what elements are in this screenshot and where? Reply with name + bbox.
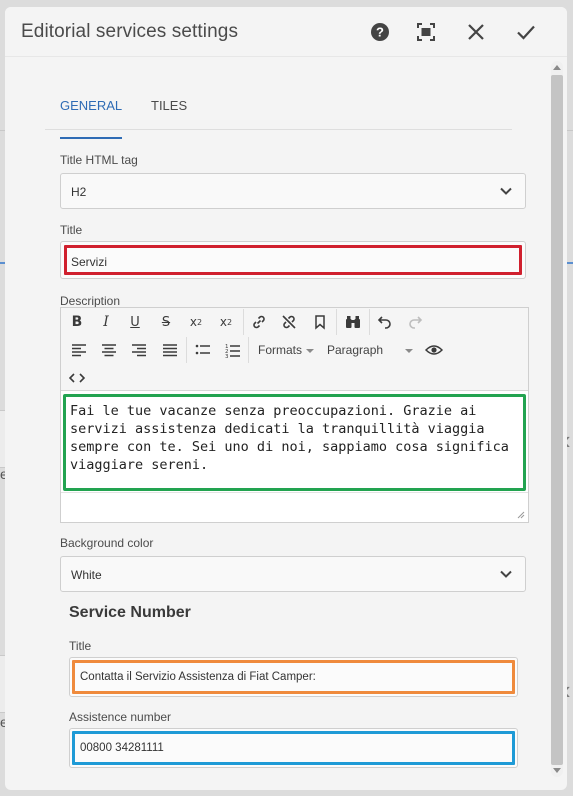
bulleted-list-icon[interactable] bbox=[192, 339, 214, 361]
settings-dialog: Editorial services settings ? GENERAL TI… bbox=[5, 7, 567, 790]
redo-icon[interactable] bbox=[404, 311, 426, 333]
align-center-icon[interactable] bbox=[98, 339, 120, 361]
background-color-select[interactable]: White bbox=[60, 556, 526, 592]
editor-toolbar: B I U S x2 x2 1 2 3 Formats Paragraph bbox=[61, 308, 528, 391]
align-left-icon[interactable] bbox=[68, 339, 90, 361]
formats-label: Formats bbox=[258, 343, 303, 357]
toolbar-separator bbox=[243, 309, 244, 335]
superscript-icon[interactable]: x2 bbox=[215, 311, 237, 333]
dialog-content: GENERAL TILES Title HTML tag H2 Title Se… bbox=[5, 58, 549, 790]
title-tag-value: H2 bbox=[71, 185, 87, 199]
service-title-label: Title bbox=[69, 639, 92, 653]
caret-down-icon bbox=[405, 348, 414, 353]
description-editor: B I U S x2 x2 1 2 3 Formats Paragraph Fa… bbox=[60, 307, 529, 523]
preview-eye-icon[interactable] bbox=[423, 339, 445, 361]
svg-text:3: 3 bbox=[225, 354, 229, 358]
tab-general[interactable]: GENERAL bbox=[60, 98, 123, 139]
italic-icon[interactable]: I bbox=[95, 311, 117, 333]
description-text: Fai le tue vacanze senza preoccupazioni.… bbox=[70, 403, 509, 473]
align-justify-icon[interactable] bbox=[159, 339, 181, 361]
title-input[interactable]: Servizi bbox=[60, 241, 526, 279]
tab-bar: GENERAL TILES bbox=[45, 90, 512, 139]
strikethrough-icon[interactable]: S bbox=[155, 311, 177, 333]
resize-grip-icon[interactable] bbox=[515, 509, 525, 519]
description-editor-body[interactable]: Fai le tue vacanze senza preoccupazioni.… bbox=[63, 394, 526, 491]
title-input-value: Servizi bbox=[71, 255, 108, 269]
find-replace-icon[interactable] bbox=[342, 311, 364, 333]
formats-dropdown[interactable]: Formats bbox=[258, 343, 315, 357]
title-label: Title bbox=[60, 223, 83, 237]
fullscreen-icon bbox=[417, 23, 435, 41]
service-title-input[interactable]: Contatta il Servizio Assistenza di Fiat … bbox=[69, 657, 518, 697]
svg-text:?: ? bbox=[376, 25, 384, 40]
scroll-down-icon[interactable] bbox=[553, 768, 561, 773]
paragraph-dropdown[interactable]: Paragraph bbox=[327, 343, 414, 357]
numbered-list-icon[interactable]: 123 bbox=[222, 339, 244, 361]
service-number-heading: Service Number bbox=[69, 604, 191, 621]
link-icon[interactable] bbox=[248, 311, 270, 333]
help-icon: ? bbox=[371, 23, 389, 41]
paragraph-label: Paragraph bbox=[327, 343, 384, 357]
description-label: Description bbox=[60, 294, 121, 308]
underline-icon[interactable]: U bbox=[124, 311, 146, 333]
caret-down-icon bbox=[306, 348, 315, 353]
toolbar-separator bbox=[369, 309, 370, 335]
anchor-icon[interactable] bbox=[309, 311, 331, 333]
background-color-label: Background color bbox=[60, 536, 154, 550]
subscript-icon[interactable]: x2 bbox=[185, 311, 207, 333]
dialog-title: Editorial services settings bbox=[21, 21, 239, 42]
align-right-icon[interactable] bbox=[128, 339, 150, 361]
assistance-number-label: Assistence number bbox=[69, 710, 172, 724]
assistance-number-value: 00800 34281111 bbox=[80, 742, 164, 754]
toolbar-separator bbox=[336, 309, 337, 335]
confirm-button[interactable] bbox=[513, 19, 539, 45]
check-icon bbox=[517, 25, 535, 40]
scroll-up-icon[interactable] bbox=[553, 65, 561, 70]
chevron-down-icon bbox=[500, 187, 512, 195]
bold-icon[interactable]: B bbox=[66, 311, 88, 333]
help-button[interactable]: ? bbox=[367, 19, 393, 45]
undo-icon[interactable] bbox=[374, 311, 396, 333]
source-code-icon[interactable] bbox=[66, 367, 88, 389]
close-icon bbox=[468, 24, 484, 40]
background-color-value: White bbox=[71, 568, 102, 582]
title-tag-select[interactable]: H2 bbox=[60, 173, 526, 209]
title-input-highlight bbox=[64, 245, 522, 275]
tab-tiles[interactable]: TILES bbox=[151, 98, 187, 138]
editor-statusbar bbox=[61, 492, 528, 522]
title-tag-label: Title HTML tag bbox=[60, 153, 138, 167]
fullscreen-button[interactable] bbox=[413, 19, 439, 45]
unlink-icon[interactable] bbox=[278, 311, 300, 333]
dialog-header: Editorial services settings ? bbox=[5, 7, 567, 57]
chevron-down-icon bbox=[500, 570, 512, 578]
close-button[interactable] bbox=[463, 19, 489, 45]
dialog-scrollbar[interactable] bbox=[551, 61, 563, 777]
scrollbar-thumb[interactable] bbox=[551, 75, 563, 765]
toolbar-separator bbox=[248, 337, 249, 363]
service-title-value: Contatta il Servizio Assistenza di Fiat … bbox=[80, 671, 316, 683]
assistance-number-input[interactable]: 00800 34281111 bbox=[69, 728, 518, 768]
toolbar-separator bbox=[186, 337, 187, 363]
